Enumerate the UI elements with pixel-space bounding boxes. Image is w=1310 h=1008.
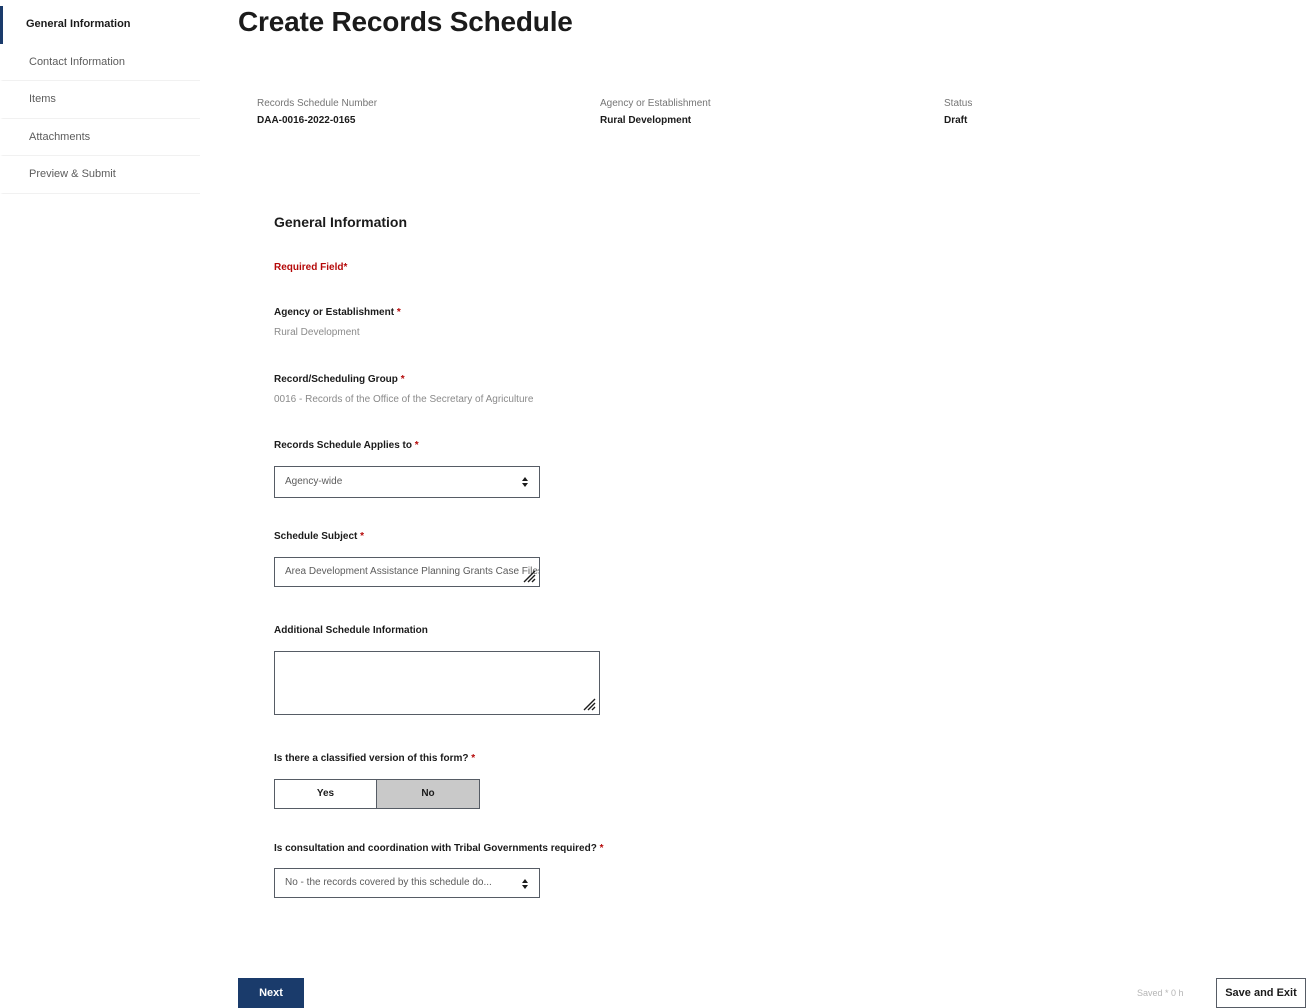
applies-to-selected-value: Agency-wide xyxy=(285,476,343,487)
agency-summary-value: Rural Development xyxy=(600,115,692,126)
group-field-value: 0016 - Records of the Office of the Secr… xyxy=(274,394,534,405)
sidebar-item-general-information[interactable]: General Information xyxy=(0,6,200,44)
classified-label: Is there a classified version of this fo… xyxy=(274,753,475,764)
sort-caret-icon xyxy=(521,869,529,910)
additional-info-textarea[interactable] xyxy=(274,651,600,715)
sidebar-nav: General Information Contact Information … xyxy=(0,6,200,194)
general-information-form: General Information Required Field* Agen… xyxy=(274,214,974,898)
applies-to-select[interactable]: Agency-wide xyxy=(274,466,540,498)
group-field-label: Record/Scheduling Group * xyxy=(274,374,405,385)
agency-label-text: Agency or Establishment xyxy=(274,307,395,318)
resize-grip-icon[interactable] xyxy=(582,697,596,711)
classified-no-button[interactable]: No xyxy=(377,779,480,809)
schedule-number-label: Records Schedule Number xyxy=(257,98,378,109)
subject-label-text: Schedule Subject xyxy=(274,531,358,542)
page-title: Create Records Schedule xyxy=(238,6,573,37)
sort-caret-icon xyxy=(521,467,529,509)
required-asterisk: * xyxy=(396,307,401,318)
required-asterisk: * xyxy=(400,374,405,385)
agency-summary-block: Agency or Establishment Rural Developmen… xyxy=(600,98,711,126)
sidebar-item-attachments[interactable]: Attachments xyxy=(0,119,200,156)
required-asterisk: * xyxy=(414,440,419,451)
required-asterisk: * xyxy=(360,531,365,542)
status-block: Status Draft xyxy=(944,98,972,126)
group-label-text: Record/Scheduling Group xyxy=(274,374,398,385)
applies-to-label-text: Records Schedule Applies to xyxy=(274,440,412,451)
agency-field-label: Agency or Establishment * xyxy=(274,307,401,318)
sidebar-item-label: General Information xyxy=(26,18,131,30)
subject-label: Schedule Subject * xyxy=(274,531,364,542)
additional-info-label: Additional Schedule Information xyxy=(274,625,428,636)
classified-label-text: Is there a classified version of this fo… xyxy=(274,753,469,764)
required-field-note: Required Field* xyxy=(274,262,348,273)
subject-textarea-value: Area Development Assistance Planning Gra… xyxy=(285,566,540,577)
applies-to-label: Records Schedule Applies to * xyxy=(274,440,419,451)
subject-textarea[interactable]: Area Development Assistance Planning Gra… xyxy=(274,557,540,587)
status-label: Status xyxy=(944,98,973,109)
classified-toggle: Yes No xyxy=(274,779,480,809)
schedule-number-block: Records Schedule Number DAA-0016-2022-01… xyxy=(257,98,377,126)
section-title: General Information xyxy=(274,214,408,230)
required-asterisk: * xyxy=(471,753,476,764)
agency-summary-label: Agency or Establishment xyxy=(600,98,711,109)
sidebar-item-contact-information[interactable]: Contact Information xyxy=(0,44,200,81)
sidebar-item-items[interactable]: Items xyxy=(0,81,200,119)
tribal-select[interactable]: No - the records covered by this schedul… xyxy=(274,868,540,898)
sidebar-item-label: Preview & Submit xyxy=(29,168,116,180)
save-status-text: Saved * 0 h xyxy=(1137,988,1184,998)
agency-field-value: Rural Development xyxy=(274,327,360,338)
status-value: Draft xyxy=(944,115,968,126)
sidebar-item-label: Items xyxy=(29,93,56,105)
required-asterisk: * xyxy=(599,843,604,854)
tribal-selected-value: No - the records covered by this schedul… xyxy=(285,877,492,888)
sidebar-item-label: Attachments xyxy=(29,130,91,143)
classified-yes-button[interactable]: Yes xyxy=(274,779,377,809)
tribal-label: Is consultation and coordination with Tr… xyxy=(274,843,604,854)
resize-grip-icon[interactable] xyxy=(522,569,536,583)
tribal-label-text: Is consultation and coordination with Tr… xyxy=(274,843,597,854)
sidebar-item-preview-submit[interactable]: Preview & Submit xyxy=(0,156,200,194)
schedule-number-value: DAA-0016-2022-0165 xyxy=(257,115,356,126)
sidebar-item-label: Contact Information xyxy=(29,55,125,68)
